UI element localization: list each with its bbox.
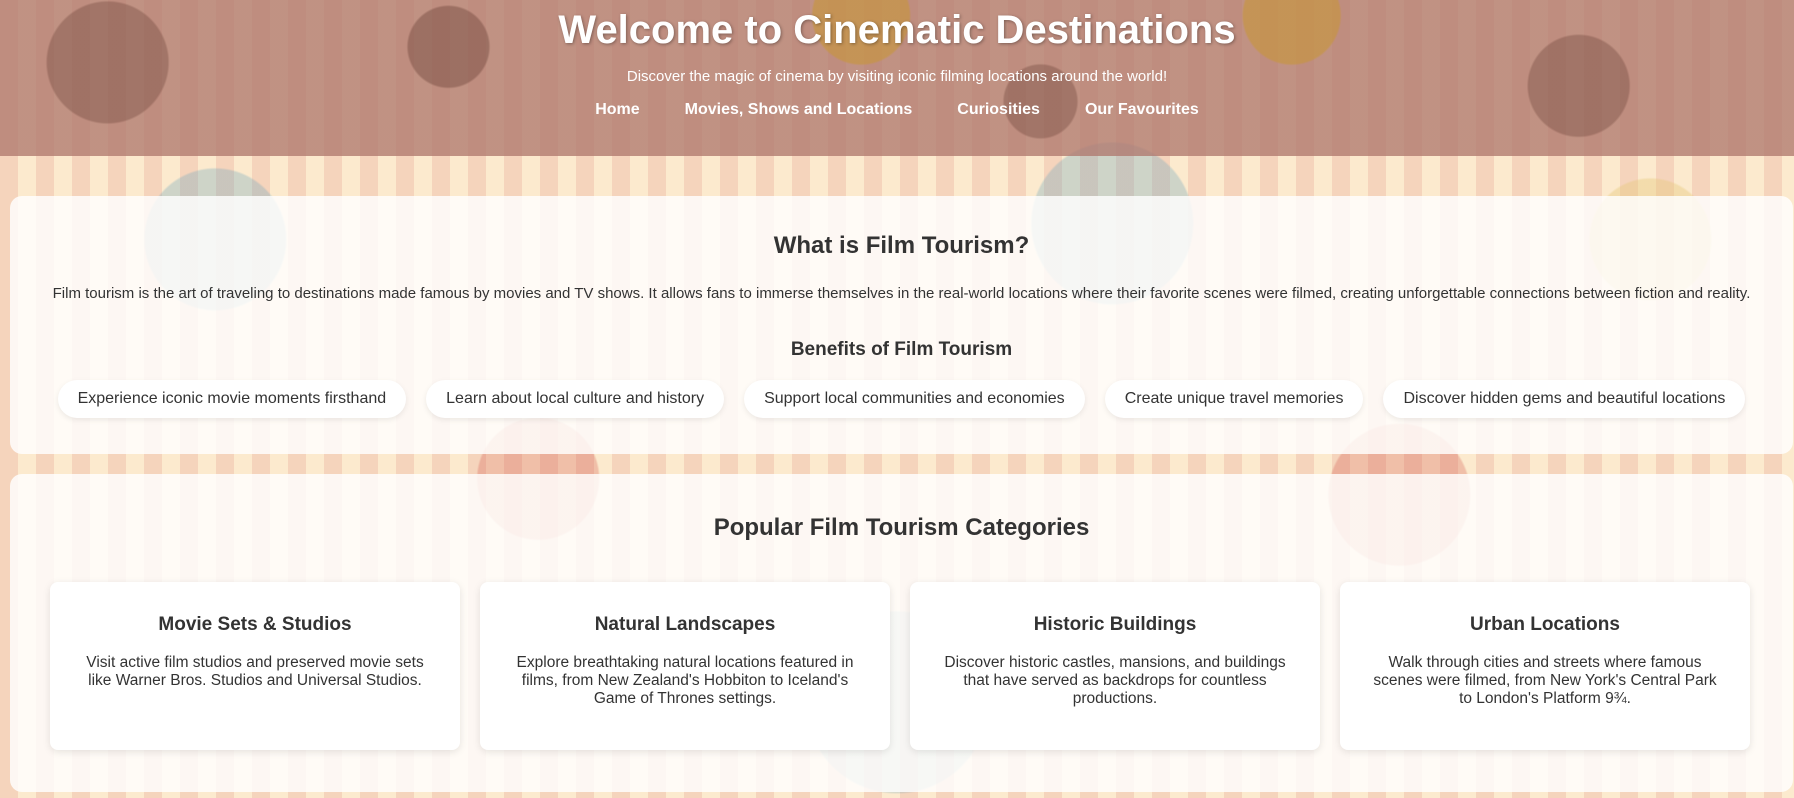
nav-link-home[interactable]: Home [595,101,639,119]
category-card-historic-buildings: Historic Buildings Discover historic cas… [910,582,1320,750]
benefit-item: Experience iconic movie moments firsthan… [57,380,407,418]
category-card-text: Explore breathtaking natural locations f… [516,654,854,707]
benefit-item: Learn about local culture and history [426,380,725,418]
benefit-item: Discover hidden gems and beautiful locat… [1383,380,1746,418]
benefit-item: Support local communities and economies [744,380,1085,418]
categories-section: Popular Film Tourism Categories Movie Se… [10,474,1793,792]
category-card-text: Discover historic castles, mansions, and… [944,654,1286,707]
intro-heading: What is Film Tourism? [773,232,1030,259]
category-card-title: Historic Buildings [1033,614,1197,635]
site-title: Welcome to Cinematic Destinations [558,8,1236,52]
category-card-title: Natural Landscapes [594,614,776,635]
categories-heading: Popular Film Tourism Categories [713,514,1090,541]
benefits-heading: Benefits of Film Tourism [790,339,1013,360]
nav-link-movies-shows-locations[interactable]: Movies, Shows and Locations [685,101,913,119]
main-nav: Home Movies, Shows and Locations Curiosi… [0,101,1794,119]
category-card-title: Urban Locations [1470,614,1620,635]
category-card-text: Visit active film studios and preserved … [86,654,424,689]
category-card-text: Walk through cities and streets where fa… [1373,654,1717,707]
category-card-title: Movie Sets & Studios [158,614,352,635]
nav-link-curiosities[interactable]: Curiosities [957,101,1040,119]
film-tourism-intro-section: What is Film Tourism? Film tourism is th… [10,196,1793,454]
nav-link-our-favourites[interactable]: Our Favourites [1085,101,1199,119]
intro-text: Film tourism is the art of traveling to … [52,285,1751,302]
site-tagline: Discover the magic of cinema by visiting… [626,68,1168,85]
category-card-urban-locations: Urban Locations Walk through cities and … [1340,582,1750,750]
benefit-item: Create unique travel memories [1104,380,1364,418]
benefits-list: Experience iconic movie moments firsthan… [10,380,1793,418]
site-header: Welcome to Cinematic Destinations Discov… [0,0,1794,156]
category-card-natural-landscapes: Natural Landscapes Explore breathtaking … [480,582,890,750]
category-card-movie-sets: Movie Sets & Studios Visit active film s… [50,582,460,750]
category-cards: Movie Sets & Studios Visit active film s… [50,582,1761,750]
